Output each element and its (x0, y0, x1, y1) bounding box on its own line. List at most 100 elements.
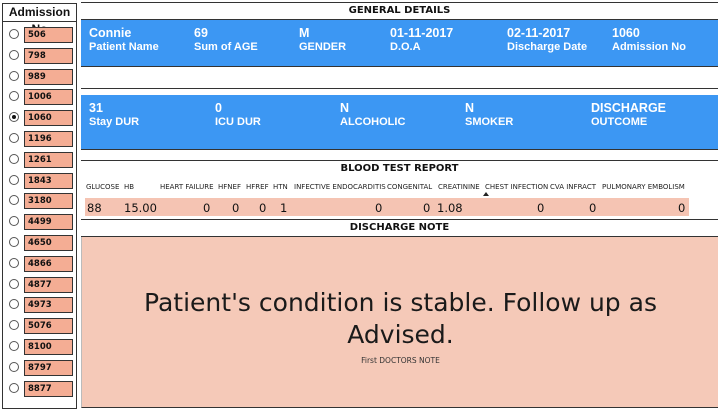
stat-card: Connie Patient Name (89, 26, 159, 54)
stat-card: 01-11-2017 D.O.A (390, 26, 453, 54)
slicer-item[interactable]: 1006 (3, 86, 78, 107)
column-header[interactable]: HFNEF (218, 183, 241, 191)
stat-card: 0 ICU DUR (215, 101, 261, 129)
radio-button[interactable] (9, 278, 19, 289)
column-header[interactable]: PULMONARY EMBOLISM (602, 183, 685, 191)
radio-button[interactable] (9, 153, 19, 164)
discharge-note-title: DISCHARGE NOTE (81, 219, 718, 237)
slicer-item[interactable]: 4499 (3, 211, 78, 232)
radio-button[interactable] (9, 237, 19, 247)
stat-card: 1060 Admission No (612, 26, 686, 54)
stat-value: 1060 (612, 26, 640, 40)
radio-button[interactable] (9, 174, 19, 185)
stat-card: DISCHARGE OUTCOME (591, 101, 666, 129)
slicer-item[interactable]: 8877 (3, 378, 78, 399)
slicer-item-label[interactable]: 3180 (24, 193, 73, 210)
slicer-item[interactable]: 4877 (3, 274, 78, 295)
slicer-item-label[interactable]: 8797 (24, 359, 73, 376)
general-details-title: GENERAL DETAILS (81, 2, 718, 20)
stat-label: Patient Name (89, 41, 159, 53)
table-row (85, 198, 689, 216)
stat-label: Discharge Date (507, 41, 588, 53)
column-header[interactable]: CREATININE (438, 183, 480, 191)
radio-button[interactable] (9, 70, 19, 81)
radio-button[interactable] (9, 361, 19, 372)
column-header[interactable]: HTN (273, 183, 288, 191)
slicer-item-label[interactable]: 1843 (24, 172, 73, 189)
slicer-item-label[interactable]: 1006 (24, 89, 73, 106)
column-header[interactable]: HFREF (246, 183, 269, 191)
discharge-note-text: Patient's condition is stable. Follow up… (144, 288, 657, 349)
radio-button[interactable] (9, 112, 19, 123)
slicer-item-label[interactable]: 4499 (24, 214, 73, 231)
stat-label: D.O.A (390, 41, 421, 53)
radio-button[interactable] (9, 133, 19, 143)
column-header[interactable]: INFECTIVE ENDOCARDITIS (294, 183, 386, 191)
slicer-item-label[interactable]: 989 (24, 68, 73, 85)
stat-card: N ALCOHOLIC (340, 101, 405, 129)
sort-caret-icon[interactable] (483, 192, 489, 196)
slicer-item[interactable]: 4866 (3, 253, 78, 274)
radio-button[interactable] (9, 382, 19, 393)
stat-value: N (465, 101, 475, 115)
slicer-item[interactable]: 5076 (3, 315, 78, 336)
slicer-item[interactable]: 1060 (3, 107, 78, 128)
stat-card: 02-11-2017 Discharge Date (507, 26, 587, 54)
table-cell: 15.00 (124, 201, 157, 215)
stat-label: Admission No (612, 41, 686, 53)
slicer-item-label[interactable]: 4650 (24, 235, 73, 251)
stat-card: N SMOKER (465, 101, 513, 129)
column-header[interactable]: HB (124, 183, 134, 191)
stat-value: M (299, 26, 310, 40)
slicer-item[interactable]: 1843 (3, 170, 78, 191)
slicer-item[interactable]: 4650 (3, 232, 78, 253)
general-details-panel: Connie Patient Name 69 Sum of AGE M GENDER 01-… (81, 20, 718, 67)
stat-label: GENDER (299, 41, 347, 53)
slicer-title: Admission No (2, 3, 77, 36)
slicer-item[interactable]: 506 (3, 24, 78, 45)
radio-button[interactable] (9, 299, 19, 310)
slicer-item-label[interactable]: 8877 (24, 380, 73, 397)
column-header[interactable]: GLUCOSE (86, 183, 119, 191)
column-header[interactable]: HEART FAILURE (160, 183, 214, 191)
radio-button[interactable] (9, 320, 19, 331)
slicer-item[interactable]: 989 (3, 66, 78, 87)
table-cell: 0 (203, 201, 211, 215)
table-cell: 1.08 (437, 201, 463, 215)
slicer-item-label[interactable]: 4866 (24, 255, 73, 272)
slicer-item-label[interactable]: 5076 (24, 318, 73, 335)
stat-label: Stay DUR (89, 116, 140, 128)
stat-label: ALCOHOLIC (340, 116, 406, 128)
slicer-item[interactable]: 8797 (3, 357, 78, 378)
radio-button[interactable] (9, 216, 19, 227)
column-header[interactable]: CHEST INFECTION (485, 183, 548, 191)
stat-value: 0 (215, 101, 222, 115)
stat-label: ICU DUR (215, 116, 261, 128)
radio-button[interactable] (9, 49, 19, 60)
slicer-item-label[interactable]: 798 (24, 47, 73, 64)
slicer-item[interactable]: 3180 (3, 190, 78, 211)
stat-label: Sum of AGE (194, 41, 258, 53)
radio-button[interactable] (9, 91, 19, 102)
stat-value: 69 (194, 26, 208, 40)
slicer-item-label[interactable]: 4973 (24, 297, 73, 314)
radio-button[interactable] (9, 29, 19, 39)
slicer-item-label[interactable]: 506 (24, 27, 73, 43)
slicer-item-label[interactable]: 1261 (24, 151, 73, 168)
radio-button[interactable] (9, 257, 19, 268)
slicer-item[interactable]: 8100 (3, 336, 78, 357)
slicer-item[interactable]: 4973 (3, 294, 78, 315)
slicer-item-label[interactable]: 8100 (24, 339, 73, 355)
column-header[interactable]: CONGENITAL (387, 183, 432, 191)
slicer-list[interactable]: 506 798 989 1006 1060 1196 1261 1843 3180 4499 465… (2, 22, 77, 409)
slicer-item-label[interactable]: 1060 (24, 110, 73, 127)
slicer-item-label[interactable]: 4877 (24, 276, 73, 293)
stat-value: Connie (89, 26, 132, 40)
slicer-item[interactable]: 1261 (3, 149, 78, 170)
slicer-item[interactable]: 1196 (3, 128, 78, 149)
slicer-item[interactable]: 798 (3, 45, 78, 66)
radio-button[interactable] (9, 195, 19, 206)
slicer-item-label[interactable]: 1196 (24, 131, 73, 147)
column-header[interactable]: CVA INFRACT (550, 183, 596, 191)
radio-button[interactable] (9, 341, 19, 351)
